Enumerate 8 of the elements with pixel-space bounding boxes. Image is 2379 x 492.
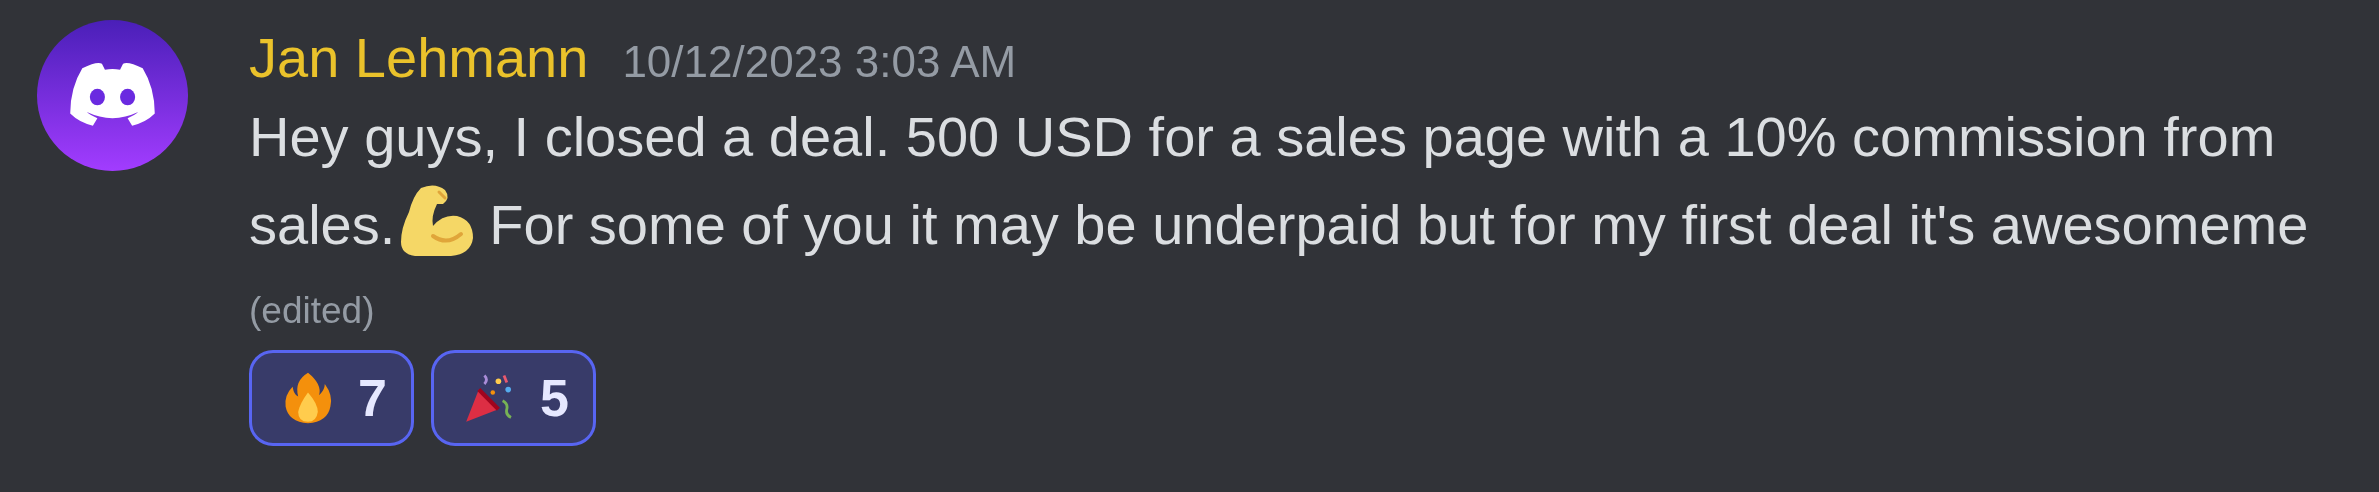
reaction-button[interactable]: 7 [249, 350, 414, 446]
message-text: sales. [249, 191, 396, 257]
message-text: For some of you it may be underpaid but for my first deal it's awesomeme [489, 191, 2309, 257]
timestamp: 10/12/2023 3:03 AM [622, 36, 1017, 88]
author-name[interactable]: Jan Lehmann [249, 20, 589, 96]
edited-label: (edited) [249, 289, 376, 333]
message-text: Hey guys, I closed a deal. 500 USD for a sales page with a 10% commission from [249, 103, 2276, 169]
reaction-button[interactable]: 5 [430, 350, 596, 446]
